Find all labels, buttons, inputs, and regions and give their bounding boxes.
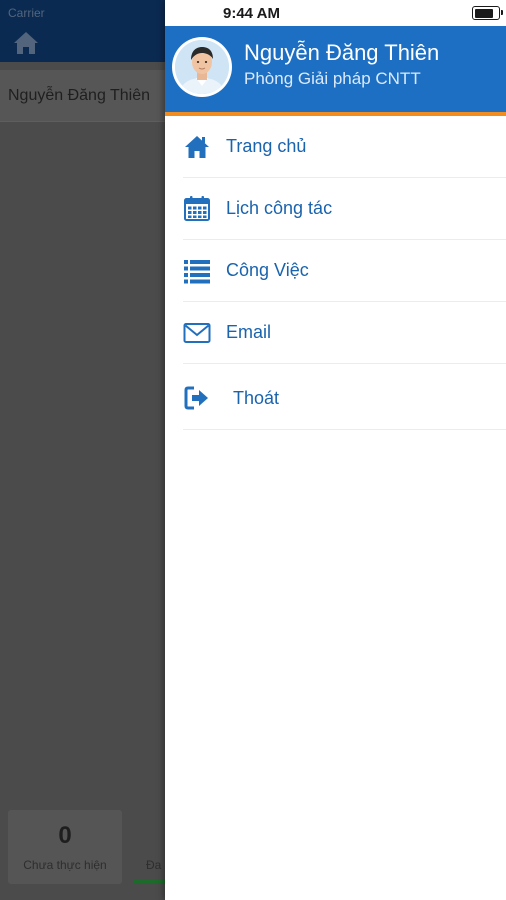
status-time: 9:44 AM <box>223 5 280 22</box>
menu-label-tasks: Công Việc <box>226 260 309 280</box>
battery-level <box>474 8 494 18</box>
menu-item-schedule[interactable]: Lịch công tác <box>183 178 506 240</box>
background-app[interactable]: Carrier Nguyễn Đăng Thiên 0 Chưa thực hi… <box>0 0 165 900</box>
profile-department: Phòng Giải pháp CNTT <box>244 69 421 88</box>
avatar[interactable] <box>172 37 232 97</box>
carrier-label: Carrier <box>8 6 45 20</box>
home-icon[interactable] <box>12 30 40 56</box>
stat-label-second: Đa <box>146 858 162 872</box>
background-user-name: Nguyễn Đăng Thiên <box>8 87 151 104</box>
sign-out-icon <box>184 386 208 410</box>
list-icon <box>184 260 210 284</box>
battery-tip <box>501 10 503 15</box>
menu-label-logout: Thoát <box>233 388 280 408</box>
stat-count: 0 <box>58 822 72 849</box>
menu-item-logout[interactable]: Thoát <box>183 364 506 430</box>
background-header <box>0 24 165 62</box>
menu-item-email[interactable]: Email <box>183 302 506 364</box>
menu-label-schedule: Lịch công tác <box>226 198 333 218</box>
menu-item-home[interactable]: Trang chủ <box>183 116 506 178</box>
person-icon <box>175 40 229 94</box>
stat-tab-indicator <box>134 880 165 883</box>
avatar-photo <box>175 40 229 94</box>
background-status-bar: Carrier <box>0 0 165 24</box>
navigation-drawer: 9:44 AM Nguyễn Đăng Thiên Phòng Giải phá… <box>165 0 506 900</box>
stat-label: Chưa thực hiện <box>23 858 107 872</box>
status-bar: 9:44 AM <box>165 0 506 26</box>
menu-label-email: Email <box>226 322 272 342</box>
menu-label-home: Trang chủ <box>226 136 307 156</box>
home-icon <box>185 136 209 158</box>
profile-name: Nguyễn Đăng Thiên <box>244 40 440 65</box>
menu-item-tasks[interactable]: Công Việc <box>183 240 506 302</box>
battery-icon <box>472 6 503 20</box>
stat-card-pending[interactable]: 0 Chưa thực hiện <box>8 810 122 884</box>
calendar-icon <box>184 196 210 221</box>
profile-header[interactable]: Nguyễn Đăng Thiên Phòng Giải pháp CNTT <box>165 26 506 112</box>
background-user-row: Nguyễn Đăng Thiên <box>0 70 165 122</box>
envelope-icon <box>183 323 211 343</box>
